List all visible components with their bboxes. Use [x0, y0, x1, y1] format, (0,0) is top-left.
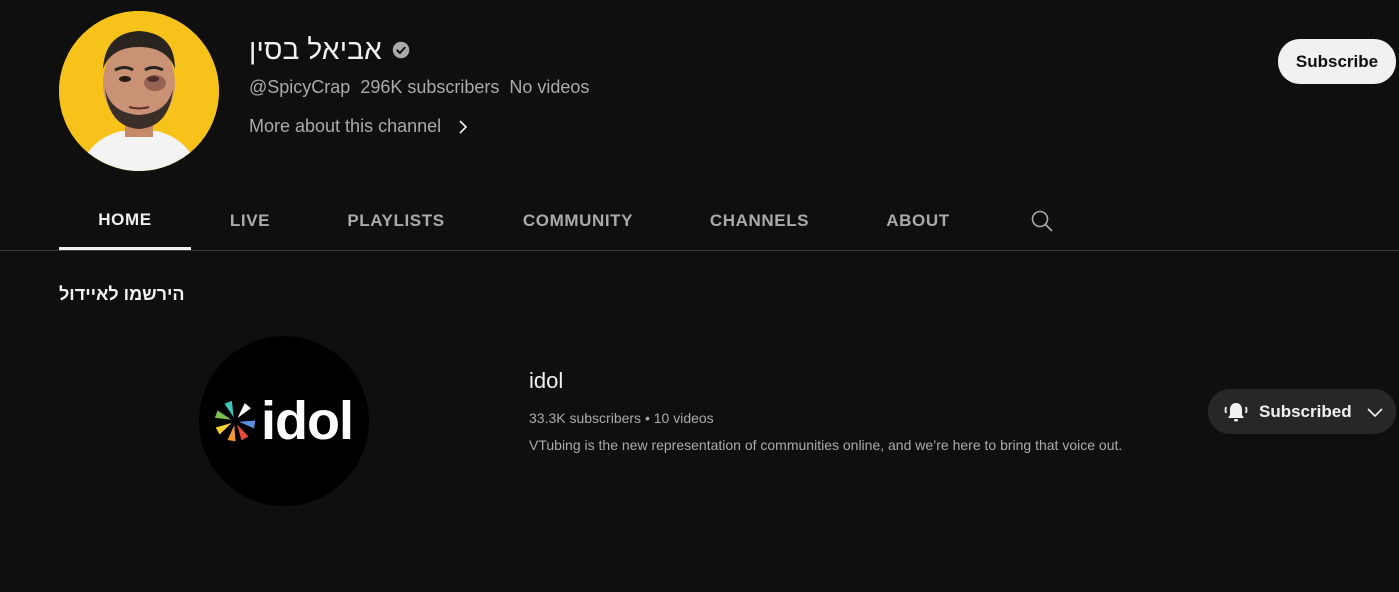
subscribe-button[interactable]: Subscribe: [1278, 39, 1396, 84]
channel-avatar[interactable]: [59, 11, 219, 171]
featured-channel-meta: 33.3K subscribers • 10 videos: [529, 410, 714, 426]
channel-page: אביאל בסין @SpicyCrap 296K subscribers N…: [0, 0, 1399, 592]
verified-check-icon: [392, 41, 410, 59]
tab-community[interactable]: COMMUNITY: [503, 192, 653, 250]
idol-logo-text: idol: [261, 391, 354, 451]
subscribed-label: Subscribed: [1259, 401, 1352, 421]
featured-channel-description: VTubing is the new representation of com…: [529, 437, 1123, 453]
more-about-label: More about this channel: [249, 116, 442, 136]
channel-handle: @SpicyCrap: [249, 77, 351, 97]
featured-video-count: 10 videos: [653, 410, 714, 426]
bell-ringing-icon: [1224, 402, 1248, 421]
search-icon[interactable]: [1030, 209, 1054, 233]
tab-about[interactable]: ABOUT: [868, 192, 968, 250]
channel-name-row: אביאל בסין: [249, 34, 410, 66]
avatar-portrait-icon: [59, 11, 219, 171]
subscribed-button[interactable]: Subscribed: [1208, 389, 1396, 434]
chevron-down-icon: [1367, 407, 1383, 417]
idol-logo-icon: [215, 400, 255, 442]
chevron-right-icon: [459, 119, 468, 134]
tab-channels[interactable]: CHANNELS: [692, 192, 827, 250]
tab-live[interactable]: LIVE: [210, 192, 290, 250]
channel-name: אביאל בסין: [249, 34, 382, 65]
channel-subscriber-count: 296K subscribers: [360, 77, 500, 97]
featured-channel-avatar[interactable]: idol: [199, 336, 369, 506]
section-title: הירשמו לאיידול: [59, 284, 185, 304]
tab-playlists[interactable]: PLAYLISTS: [330, 192, 462, 250]
more-about-link[interactable]: More about this channel: [249, 116, 471, 137]
channel-tabs: HOME LIVE PLAYLISTS COMMUNITY CHANNELS A…: [0, 192, 1399, 251]
meta-separator: •: [644, 410, 650, 426]
tab-home[interactable]: HOME: [59, 192, 191, 250]
featured-channel-name[interactable]: idol: [529, 368, 563, 394]
channel-video-count: No videos: [509, 77, 590, 97]
featured-subscriber-count: 33.3K subscribers: [529, 410, 642, 426]
channel-meta: @SpicyCrap 296K subscribers No videos: [249, 77, 589, 98]
